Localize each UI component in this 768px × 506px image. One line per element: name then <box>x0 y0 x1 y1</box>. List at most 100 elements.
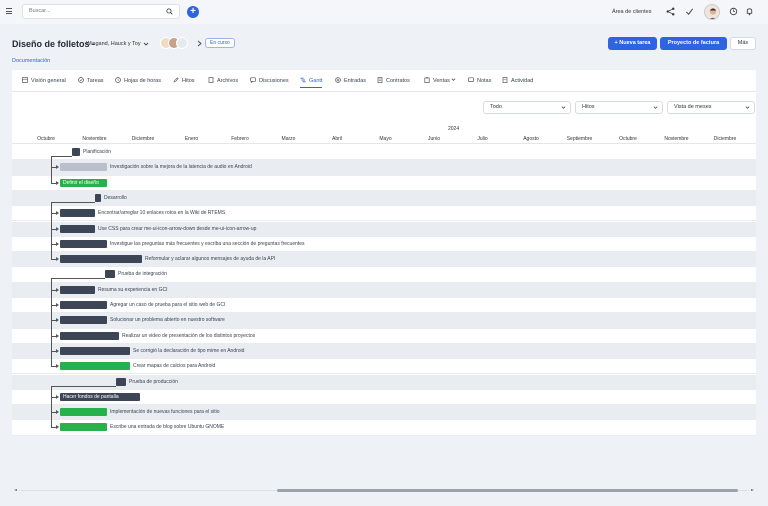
scroll-left-arrow-icon[interactable] <box>14 489 17 491</box>
gantt-task-row[interactable]: Implementación de nuevas funciones para … <box>12 405 756 421</box>
dependency-arrow-icon <box>56 318 59 323</box>
gantt-task-row[interactable]: Hacer fondos de pantalla <box>12 390 756 406</box>
documentation-link[interactable]: Documentación <box>12 58 50 64</box>
tickets-icon <box>335 77 341 83</box>
gantt-task-bar[interactable] <box>60 362 130 371</box>
search-box[interactable] <box>22 4 180 19</box>
gantt-milestone-bar[interactable] <box>116 377 126 386</box>
share-icon[interactable] <box>666 7 675 16</box>
dependency-arrow-icon <box>56 348 59 353</box>
dependency-arrow-icon <box>56 333 59 338</box>
scroll-thumb[interactable] <box>277 489 738 492</box>
dependency-line <box>51 278 105 280</box>
gantt-task-bar[interactable] <box>60 239 107 248</box>
gantt-task-bar[interactable] <box>60 209 95 218</box>
gantt-task-bar[interactable] <box>60 301 107 309</box>
gantt-milestone-bar[interactable] <box>105 270 115 279</box>
gantt-milestone-row[interactable]: Prueba de integración <box>12 267 756 283</box>
gantt-task-row[interactable]: Definir el diseño <box>12 176 756 191</box>
gantt-milestone-row[interactable]: Prueba de producción <box>12 374 756 390</box>
dependency-arrow-icon <box>56 211 59 216</box>
hamburger-menu-icon[interactable] <box>6 8 12 14</box>
new-task-button[interactable]: + Nueva tarea <box>608 37 657 50</box>
tab-contracts[interactable]: Contratos <box>377 77 410 88</box>
gantt-bar-label: Agregar un caso de prueba para el sitio … <box>110 302 226 308</box>
gantt-task-bar[interactable] <box>60 408 107 417</box>
tab-sales[interactable]: Ventas <box>424 77 456 88</box>
gantt-task-bar[interactable] <box>60 331 119 340</box>
scroll-right-arrow-icon[interactable] <box>751 489 754 491</box>
tab-gantt[interactable]: Gantt <box>300 77 323 88</box>
timer-icon[interactable] <box>729 7 738 16</box>
gantt-task-bar[interactable]: Hacer fondos de pantalla <box>60 392 140 401</box>
tab-discussions[interactable]: Discusiones <box>250 77 289 88</box>
gantt-task-bar[interactable] <box>60 163 107 172</box>
gantt-milestone-bar[interactable] <box>95 193 101 202</box>
tab-notes[interactable]: Notas <box>468 77 491 88</box>
tab-milestones[interactable]: Hitos <box>173 77 195 88</box>
gantt-task-bar[interactable] <box>60 316 107 325</box>
gantt-milestone-row[interactable]: Desarrollo <box>12 190 756 207</box>
gantt-task-row[interactable]: Se corrigió la declaración de tipo mime … <box>12 343 756 360</box>
dependency-line <box>51 385 116 387</box>
gantt-task-row[interactable]: Investigue las preguntas más frecuentes … <box>12 237 756 253</box>
gantt-month-label: Marzo <box>281 136 296 142</box>
tab-tickets[interactable]: Entradas <box>335 77 366 88</box>
gantt-month-label: Junio <box>428 136 440 142</box>
gantt-task-row[interactable]: Investigación sobre la mejora de la late… <box>12 160 756 176</box>
dependency-connector <box>51 278 52 367</box>
gantt-task-bar[interactable] <box>60 285 95 294</box>
dependency-arrow-icon <box>56 303 59 307</box>
gantt-task-row[interactable]: Reformular y aclarar algunos mensajes de… <box>12 252 756 268</box>
gantt-task-row[interactable]: Solucionar un problema abierto en nuestr… <box>12 313 756 329</box>
gantt-task-row[interactable]: Crear mapas de calcios para Android <box>12 359 756 375</box>
tab-overview[interactable]: Visión general <box>22 77 66 88</box>
chevron-down-icon[interactable] <box>143 41 149 47</box>
quick-add-button[interactable]: + <box>187 6 199 18</box>
search-input[interactable] <box>29 8 159 14</box>
project-members[interactable] <box>160 37 194 49</box>
invoice-project-button[interactable]: Proyecto de factura <box>660 37 727 50</box>
user-avatar[interactable] <box>704 4 720 20</box>
gantt-task-bar[interactable] <box>60 224 95 233</box>
filter-select-scope[interactable]: Todo <box>483 101 571 114</box>
search-icon[interactable] <box>166 8 173 15</box>
gantt-task-row[interactable]: Realizar un video de presentación de los… <box>12 329 756 344</box>
dependency-arrow-icon <box>56 364 59 369</box>
dependency-connector <box>51 201 52 260</box>
dependency-arrow-icon <box>56 226 59 231</box>
project-tabs: Visión general Tareas Hojas de horas Hit… <box>12 70 756 92</box>
more-button[interactable]: Más <box>730 37 756 50</box>
gantt-task-row[interactable]: Agregar un caso de prueba para el sitio … <box>12 298 756 314</box>
gantt-task-bar[interactable] <box>60 255 142 264</box>
gantt-task-bar[interactable] <box>60 346 130 355</box>
check-icon[interactable] <box>685 7 694 16</box>
filter-select-view[interactable]: Vista de meses <box>667 101 755 114</box>
horizontal-scrollbar[interactable] <box>14 489 754 492</box>
overview-icon <box>22 77 28 83</box>
tab-timesheets[interactable]: Hojas de horas <box>115 77 161 88</box>
status-badge[interactable]: En curso <box>205 38 235 48</box>
gantt-milestone-bar[interactable] <box>72 148 80 156</box>
gantt-month-label: Octubre <box>37 136 55 142</box>
gantt-bar-label: Reformular y aclarar algunos mensajes de… <box>145 256 276 263</box>
chevron-right-icon[interactable] <box>196 40 203 47</box>
gantt-bar-inner-label: Hacer fondos de pantalla <box>63 393 119 400</box>
dependency-arrow-icon <box>56 287 59 292</box>
gantt-task-row[interactable]: Encontrar/arreglar 10 enlaces rotos en l… <box>12 206 756 222</box>
member-avatar[interactable] <box>176 37 188 49</box>
filter-select-milestones[interactable]: Hitos <box>575 101 663 114</box>
bell-icon[interactable] <box>745 7 754 16</box>
gantt-task-row[interactable]: Use CSS para crear me-ui-icon-arrow-down… <box>12 221 756 237</box>
gantt-task-row[interactable]: Escribe una entrada de blog sobre Ubuntu… <box>12 420 756 436</box>
tab-files[interactable]: Archivos <box>208 77 238 88</box>
gantt-month-label: Noviembre <box>82 136 107 142</box>
tab-tasks[interactable]: Tareas <box>78 77 104 88</box>
gantt-task-bar[interactable]: Definir el diseño <box>60 178 107 187</box>
gantt-task-bar[interactable] <box>60 423 107 432</box>
gantt-milestone-row[interactable]: Planificación <box>12 145 756 161</box>
tab-activity[interactable]: Actividad <box>502 77 533 88</box>
client-area-link[interactable]: Área de clientes <box>612 9 651 15</box>
gantt-task-row[interactable]: Resuma su experiencia en GCI <box>12 282 756 298</box>
notes-icon <box>468 77 474 82</box>
